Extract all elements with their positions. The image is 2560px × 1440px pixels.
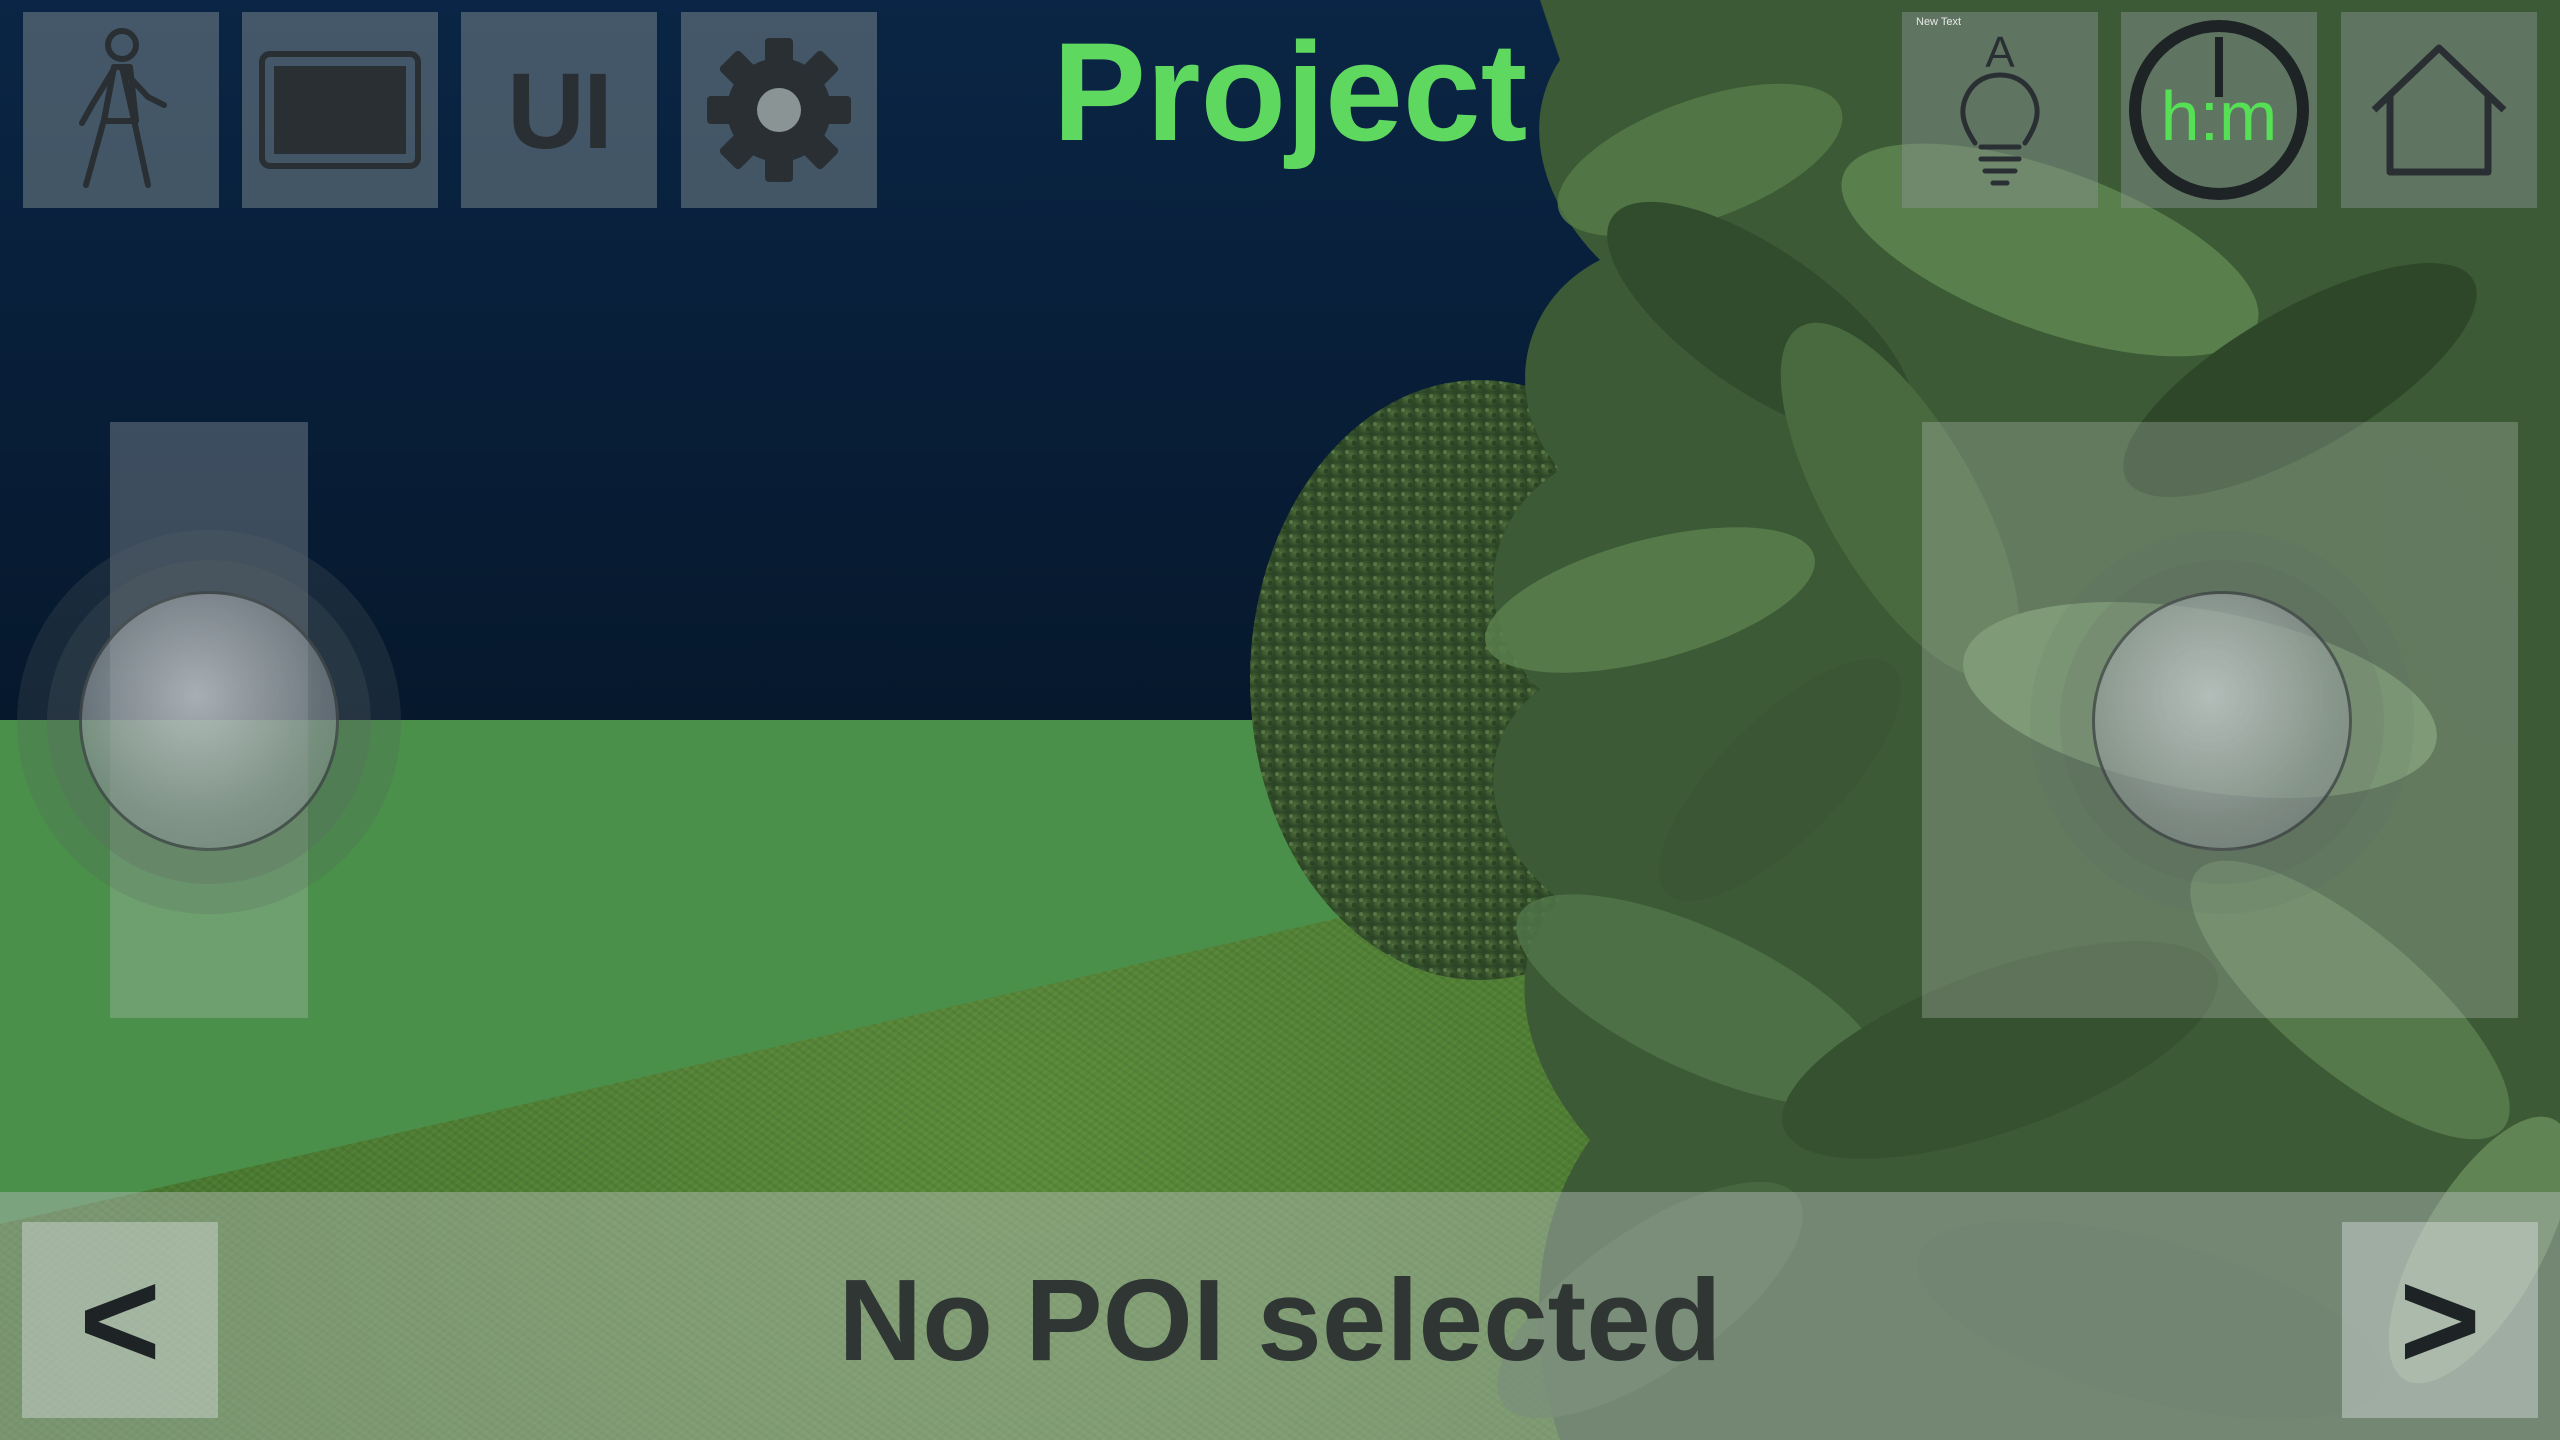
poi-status-label: No POI selected	[838, 1255, 1722, 1385]
prev-poi-button[interactable]: <	[22, 1222, 218, 1418]
screen-mode-button[interactable]	[242, 12, 438, 208]
auto-light-letter: A	[1985, 28, 2015, 77]
lighting-button[interactable]: New Text A	[1902, 12, 2098, 208]
time-label: h:m	[2160, 77, 2278, 155]
time-button[interactable]: h:m	[2121, 12, 2317, 208]
next-poi-button[interactable]: >	[2342, 1222, 2538, 1418]
look-joystick[interactable]	[2092, 591, 2352, 851]
walk-icon	[79, 28, 167, 188]
project-title: Project	[1052, 13, 1528, 170]
gear-icon	[707, 38, 851, 182]
walk-mode-button[interactable]	[23, 12, 219, 208]
screen-icon	[259, 51, 421, 169]
ui-toggle-label: UI	[507, 49, 613, 171]
move-joystick[interactable]	[79, 591, 339, 851]
new-text-caption: New Text	[1916, 16, 1962, 28]
settings-button[interactable]	[681, 12, 877, 208]
home-button[interactable]	[2341, 12, 2537, 208]
home-icon	[2371, 44, 2507, 176]
lightbulb-icon: A	[1960, 28, 2040, 186]
ui-toggle-button[interactable]: UI	[461, 12, 657, 208]
